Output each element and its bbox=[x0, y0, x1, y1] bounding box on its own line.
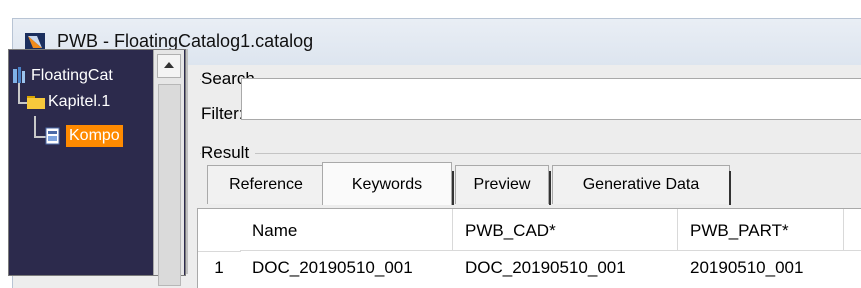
tree-connector bbox=[34, 116, 36, 136]
tree-item-label: Kompo bbox=[66, 125, 123, 147]
column-header-label: Name bbox=[252, 221, 298, 240]
tab-divider bbox=[729, 171, 731, 205]
tree-scrollbar[interactable] bbox=[153, 50, 184, 286]
column-header-filler bbox=[844, 209, 861, 251]
panel-splitter[interactable] bbox=[186, 49, 188, 274]
tab-keywords[interactable]: Keywords bbox=[322, 162, 452, 205]
chevron-up-icon bbox=[164, 62, 174, 68]
tab-label: Preview bbox=[473, 176, 531, 193]
tab-divider bbox=[452, 171, 454, 205]
table-cell-name[interactable]: DOC_20190510_001 bbox=[240, 251, 453, 288]
tab-divider bbox=[549, 171, 551, 205]
column-header-label: PWB_PART* bbox=[690, 221, 789, 240]
tab-preview[interactable]: Preview bbox=[455, 165, 549, 204]
tab-generative-data[interactable]: Generative Data bbox=[552, 165, 730, 204]
catalog-tree-icon bbox=[13, 67, 25, 83]
result-group-label: Result bbox=[201, 143, 256, 163]
column-header-pwb-cad[interactable]: PWB_CAD* bbox=[453, 209, 678, 251]
scroll-thumb[interactable] bbox=[158, 84, 181, 286]
tree-item-label: FloatingCat bbox=[31, 67, 113, 84]
row-number: 1 bbox=[214, 258, 224, 277]
result-group-border bbox=[200, 153, 861, 154]
table-cell-pwb-cad[interactable]: DOC_20190510_001 bbox=[453, 251, 678, 288]
row-number-header bbox=[198, 209, 241, 252]
scroll-up-button[interactable] bbox=[157, 54, 181, 78]
tab-label: Generative Data bbox=[582, 176, 700, 193]
result-table: Name PWB_CAD* PWB_PART* 1 DOC_20190510_0… bbox=[197, 208, 861, 288]
catalog-tree[interactable]: FloatingCat Kapitel.1 Kompo bbox=[8, 49, 186, 286]
table-cell-pwb-part[interactable]: 20190510_001 bbox=[678, 251, 844, 288]
column-header-name[interactable]: Name bbox=[240, 209, 453, 251]
column-header-label: PWB_CAD* bbox=[465, 221, 556, 240]
tree-item-label: Kapitel.1 bbox=[48, 93, 111, 110]
folder-icon bbox=[27, 96, 45, 109]
tab-label: Keywords bbox=[351, 176, 423, 193]
tab-reference[interactable]: Reference bbox=[207, 165, 325, 204]
filter-input[interactable] bbox=[241, 78, 861, 120]
column-header-pwb-part[interactable]: PWB_PART* bbox=[678, 209, 844, 251]
tab-label: Reference bbox=[229, 176, 303, 193]
component-icon bbox=[45, 127, 60, 145]
